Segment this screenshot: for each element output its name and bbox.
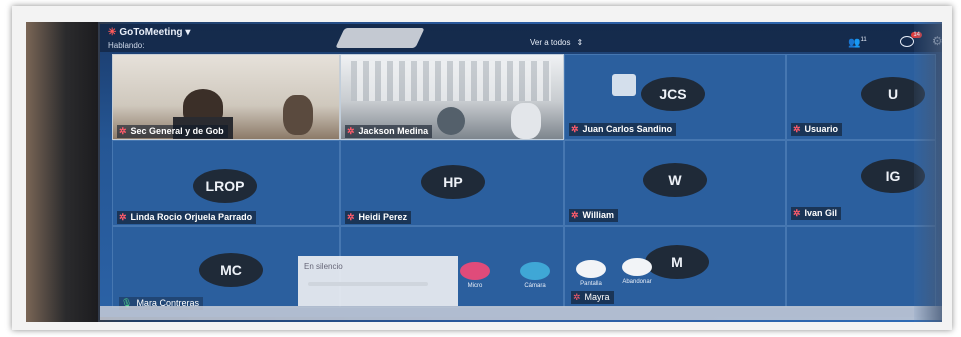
avatar: HP bbox=[421, 165, 485, 199]
chat-button[interactable]: 14 bbox=[900, 32, 922, 47]
tile-heidi[interactable]: HP ✲ Heidi Perez bbox=[340, 140, 564, 226]
chevron-down-icon: ▾ bbox=[185, 27, 191, 38]
tile-sec-general[interactable]: ✲ Sec General y de Gob bbox=[112, 54, 340, 140]
view-all-label: Ver a todos bbox=[530, 38, 571, 47]
avatar: W bbox=[643, 163, 707, 197]
tile-name-label: ✲ Mayra bbox=[571, 291, 614, 304]
screen-share-button[interactable]: Pantalla bbox=[576, 260, 606, 287]
mic-muted-icon: ✲ bbox=[347, 212, 355, 222]
camera-button[interactable]: Cámara bbox=[520, 262, 550, 289]
avatar: LROP bbox=[193, 169, 257, 203]
tile-name-label: ✲ Linda Rocio Orjuela Parrado bbox=[117, 211, 257, 224]
brand-label: GoToMeeting bbox=[119, 27, 183, 38]
tile-jackson-medina[interactable]: ✲ Jackson Medina bbox=[340, 54, 564, 140]
tile-william[interactable]: W ✲ William bbox=[564, 140, 786, 226]
tile-name-label: ✲ Ivan Gil bbox=[791, 207, 842, 220]
mic-muted-icon: ✲ bbox=[119, 212, 127, 222]
mic-button[interactable]: Micro bbox=[460, 262, 490, 289]
ceiling-light-reflection bbox=[612, 74, 636, 96]
camera-label: Cámara bbox=[524, 283, 546, 289]
silence-popup: En silencio bbox=[298, 256, 458, 306]
chevron-updown-icon: ⇕ bbox=[576, 38, 584, 47]
avatar: M bbox=[645, 245, 709, 279]
screen-edge-shadow bbox=[914, 22, 942, 322]
mic-muted-icon: ✲ bbox=[347, 126, 355, 136]
people-icon: 👥 bbox=[848, 37, 861, 49]
screen-share-icon bbox=[576, 260, 606, 278]
avatar: JCS bbox=[641, 77, 705, 111]
leave-icon bbox=[622, 258, 652, 276]
view-all-button[interactable]: Ver a todos ⇕ bbox=[530, 38, 583, 47]
leave-button[interactable]: Abandonar bbox=[622, 258, 652, 285]
attendee-count: 11 bbox=[860, 37, 867, 43]
ceiling-light-reflection bbox=[335, 28, 425, 48]
mic-muted-icon: ✲ bbox=[573, 292, 581, 302]
mic-muted-icon: ✲ bbox=[793, 124, 801, 134]
tile-name-label: ✲ Juan Carlos Sandino bbox=[569, 123, 677, 136]
mic-label: Micro bbox=[467, 283, 483, 289]
tile-name-label: ✲ Usuario bbox=[791, 123, 843, 136]
tile-linda[interactable]: LROP ✲ Linda Rocio Orjuela Parrado bbox=[112, 140, 340, 226]
audio-level-bar bbox=[308, 282, 428, 286]
mic-muted-icon: ✲ bbox=[571, 210, 579, 220]
mic-muted-icon: ✲ bbox=[119, 126, 127, 136]
tile-name-label: ✲ William bbox=[569, 209, 618, 222]
screen-share-label: Pantalla bbox=[580, 281, 602, 287]
avatar: MC bbox=[199, 253, 263, 287]
monitor-bezel bbox=[26, 22, 98, 322]
mic-icon bbox=[460, 262, 490, 280]
mic-muted-icon: ✲ bbox=[793, 208, 801, 218]
leave-label: Abandonar bbox=[622, 279, 652, 285]
app-brand[interactable]: ✳ GoToMeeting ▾ bbox=[108, 27, 190, 38]
mic-muted-icon: ✲ bbox=[571, 124, 579, 134]
attendees-button[interactable]: 👥11 bbox=[848, 37, 867, 48]
tile-name-label: ✲ Heidi Perez bbox=[345, 211, 412, 224]
os-taskbar bbox=[100, 306, 942, 320]
gotomeeting-logo-icon: ✳ bbox=[108, 27, 117, 38]
meeting-topbar: ✳ GoToMeeting ▾ Hablando: Ver a todos ⇕ 👥1… bbox=[100, 24, 943, 52]
speaking-label: Hablando: bbox=[108, 41, 145, 50]
tile-juan-carlos[interactable]: JCS ✲ Juan Carlos Sandino bbox=[564, 54, 786, 140]
silence-label: En silencio bbox=[304, 262, 343, 271]
camera-icon bbox=[520, 262, 550, 280]
tile-name-label: ✲ Jackson Medina bbox=[345, 125, 433, 138]
tile-name-label: ✲ Sec General y de Gob bbox=[117, 125, 228, 138]
